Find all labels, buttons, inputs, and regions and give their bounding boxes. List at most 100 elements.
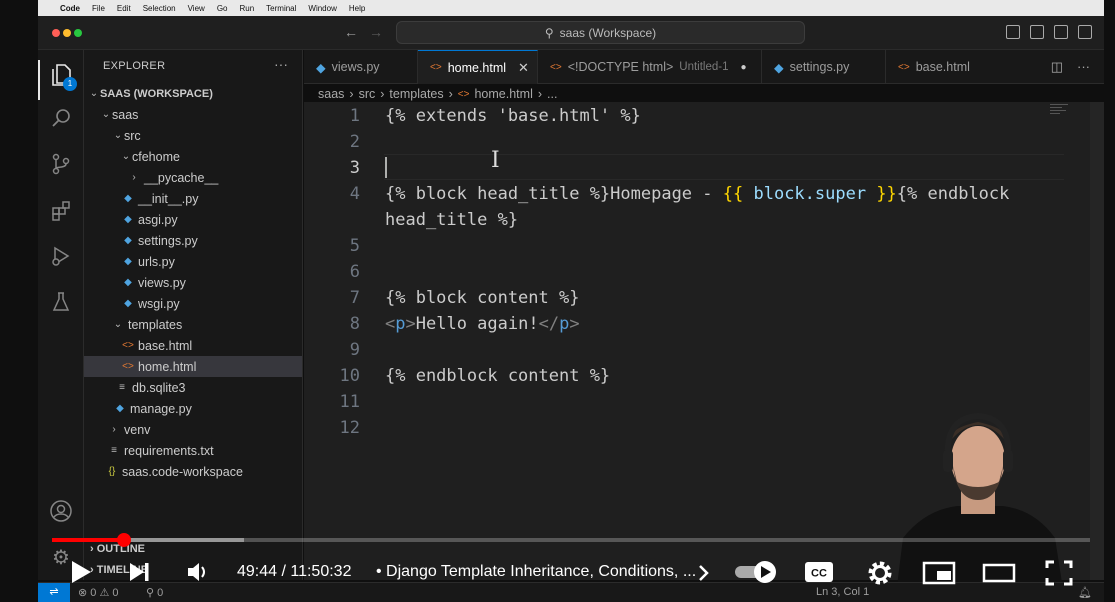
play-icon[interactable] <box>69 559 93 585</box>
unsaved-dot-icon[interactable]: ● <box>741 62 747 73</box>
tree-item-views-py[interactable]: ◆ views.py <box>84 272 302 293</box>
tree-item-venv[interactable]: › venv <box>84 419 302 440</box>
minimize-window-button[interactable] <box>63 29 71 37</box>
miniplayer-icon[interactable] <box>922 561 956 585</box>
volume-icon[interactable] <box>185 560 209 584</box>
toggle-primary-sidebar-icon[interactable] <box>1006 25 1020 39</box>
explorer-badge: 1 <box>63 77 77 91</box>
tab-untitled-1[interactable]: <> <!DOCTYPE html> Untitled-1 ● <box>538 50 762 84</box>
customize-layout-icon[interactable] <box>1078 25 1092 39</box>
menubar-edit[interactable]: Edit <box>117 4 131 13</box>
closed-captions-icon[interactable]: CC <box>804 561 834 583</box>
breadcrumb-home-html[interactable]: home.html <box>474 87 532 101</box>
video-chapter-title[interactable]: • Django Template Inheritance, Condition… <box>376 563 696 581</box>
menubar-run[interactable]: Run <box>239 4 254 13</box>
tab-base-html[interactable]: <> base.html <box>886 50 1000 84</box>
tree-item-label: asgi.py <box>138 212 178 227</box>
code-line-7: {% block content %} <box>385 288 580 308</box>
more-actions-icon[interactable]: ··· <box>274 56 288 72</box>
chevron-right-icon[interactable] <box>697 563 711 583</box>
theater-mode-icon[interactable] <box>982 561 1016 585</box>
tree-item-asgi-py[interactable]: ◆ asgi.py <box>84 209 302 230</box>
tree-item-cfehome[interactable]: ⌄ cfehome <box>84 146 302 167</box>
html-file-icon: <> <box>122 361 134 372</box>
played-bar <box>52 538 124 542</box>
editor-scrollbar[interactable] <box>1090 102 1104 580</box>
menubar-terminal[interactable]: Terminal <box>266 4 296 13</box>
account-icon[interactable] <box>48 498 74 524</box>
tree-item-saas[interactable]: ⌄ saas <box>84 104 302 125</box>
video-progress-bar[interactable] <box>52 533 1090 547</box>
html-file-icon: <> <box>457 88 470 100</box>
tree-item-db-sqlite3[interactable]: ≡ db.sqlite3 <box>84 377 302 398</box>
code-token: {% block head_title %}Homepage - <box>385 184 723 204</box>
menubar-window[interactable]: Window <box>308 4 336 13</box>
code-token: {{ <box>722 184 744 204</box>
tree-item-manage-py[interactable]: ◆ manage.py <box>84 398 302 419</box>
testing-flask-icon[interactable] <box>48 289 74 315</box>
chevron-down-icon: ⌄ <box>121 151 131 162</box>
tree-item-home-html[interactable]: <> home.html <box>84 356 302 377</box>
back-arrow-icon[interactable]: ← <box>344 24 358 40</box>
search-view-icon[interactable] <box>48 105 74 131</box>
breadcrumb-saas[interactable]: saas <box>318 87 344 101</box>
extensions-icon[interactable] <box>48 198 74 224</box>
tree-item-urls-py[interactable]: ◆ urls.py <box>84 251 302 272</box>
tree-item-base-html[interactable]: <> base.html <box>84 335 302 356</box>
close-window-button[interactable] <box>52 29 60 37</box>
line-number: 6 <box>349 262 360 282</box>
menubar-app-name[interactable]: Code <box>60 4 80 13</box>
python-file-icon: ◆ <box>124 214 132 225</box>
autoplay-toggle[interactable] <box>733 560 779 584</box>
tree-item-label: wsgi.py <box>138 296 180 311</box>
tree-item-pycache[interactable]: › __pycache__ <box>84 167 302 188</box>
line-number: 11 <box>339 392 360 412</box>
tree-item-workspace-file[interactable]: {} saas.code-workspace <box>84 461 302 482</box>
settings-gear-icon[interactable] <box>866 559 894 587</box>
forward-arrow-icon[interactable]: → <box>369 24 383 40</box>
menubar-selection[interactable]: Selection <box>143 4 176 13</box>
maximize-window-button[interactable] <box>74 29 82 37</box>
python-file-icon: ◆ <box>124 235 132 246</box>
chevron-right-icon: › <box>537 87 543 101</box>
text-cursor <box>385 157 387 178</box>
tree-item-settings-py[interactable]: ◆ settings.py <box>84 230 302 251</box>
python-file-icon: ◆ <box>124 193 132 204</box>
workspace-header[interactable]: ⌄ SAAS (WORKSPACE) <box>84 83 302 104</box>
tab-views-py[interactable]: ◆ views.py <box>304 50 418 84</box>
workspace-label: SAAS (WORKSPACE) <box>100 87 213 100</box>
command-center-search[interactable]: ⚲ saas (Workspace) <box>396 21 805 44</box>
tree-item-requirements-txt[interactable]: ≡ requirements.txt <box>84 440 302 461</box>
close-tab-icon[interactable]: ✕ <box>518 60 529 76</box>
more-actions-icon[interactable]: ··· <box>1077 59 1090 75</box>
source-control-icon[interactable] <box>48 151 74 177</box>
split-editor-icon[interactable]: ◫ <box>1051 59 1063 75</box>
breadcrumb-templates[interactable]: templates <box>389 87 443 101</box>
breadcrumb-src[interactable]: src <box>359 87 376 101</box>
toggle-secondary-sidebar-icon[interactable] <box>1054 25 1068 39</box>
scrubber-knob[interactable] <box>117 533 131 547</box>
next-video-icon[interactable] <box>128 561 152 583</box>
menubar-view[interactable]: View <box>188 4 205 13</box>
breadcrumb-more[interactable]: ... <box>547 87 557 101</box>
tree-item-label: requirements.txt <box>124 443 214 458</box>
active-view-indicator <box>38 60 40 100</box>
video-timecode: 49:44 / 11:50:32 <box>237 563 352 580</box>
tree-item-wsgi-py[interactable]: ◆ wsgi.py <box>84 293 302 314</box>
tab-home-html[interactable]: <> home.html ✕ <box>418 50 538 84</box>
tree-item-templates[interactable]: ⌄ templates <box>84 314 302 335</box>
toggle-panel-icon[interactable] <box>1030 25 1044 39</box>
tree-item-src[interactable]: ⌄ src <box>84 125 302 146</box>
explorer-icon[interactable]: 1 <box>48 62 77 91</box>
menubar-help[interactable]: Help <box>349 4 365 13</box>
tree-item-init-py[interactable]: ◆ __init__.py <box>84 188 302 209</box>
minimap[interactable] <box>1050 104 1070 118</box>
run-and-debug-icon[interactable] <box>48 243 74 269</box>
tree-item-label: settings.py <box>138 233 198 248</box>
tree-item-label: saas.code-workspace <box>122 464 243 479</box>
menubar-file[interactable]: File <box>92 4 105 13</box>
fullscreen-icon[interactable] <box>1044 559 1074 587</box>
menubar-go[interactable]: Go <box>217 4 228 13</box>
tab-settings-py[interactable]: ◆ settings.py <box>762 50 886 84</box>
explorer-title: EXPLORER <box>103 60 166 72</box>
